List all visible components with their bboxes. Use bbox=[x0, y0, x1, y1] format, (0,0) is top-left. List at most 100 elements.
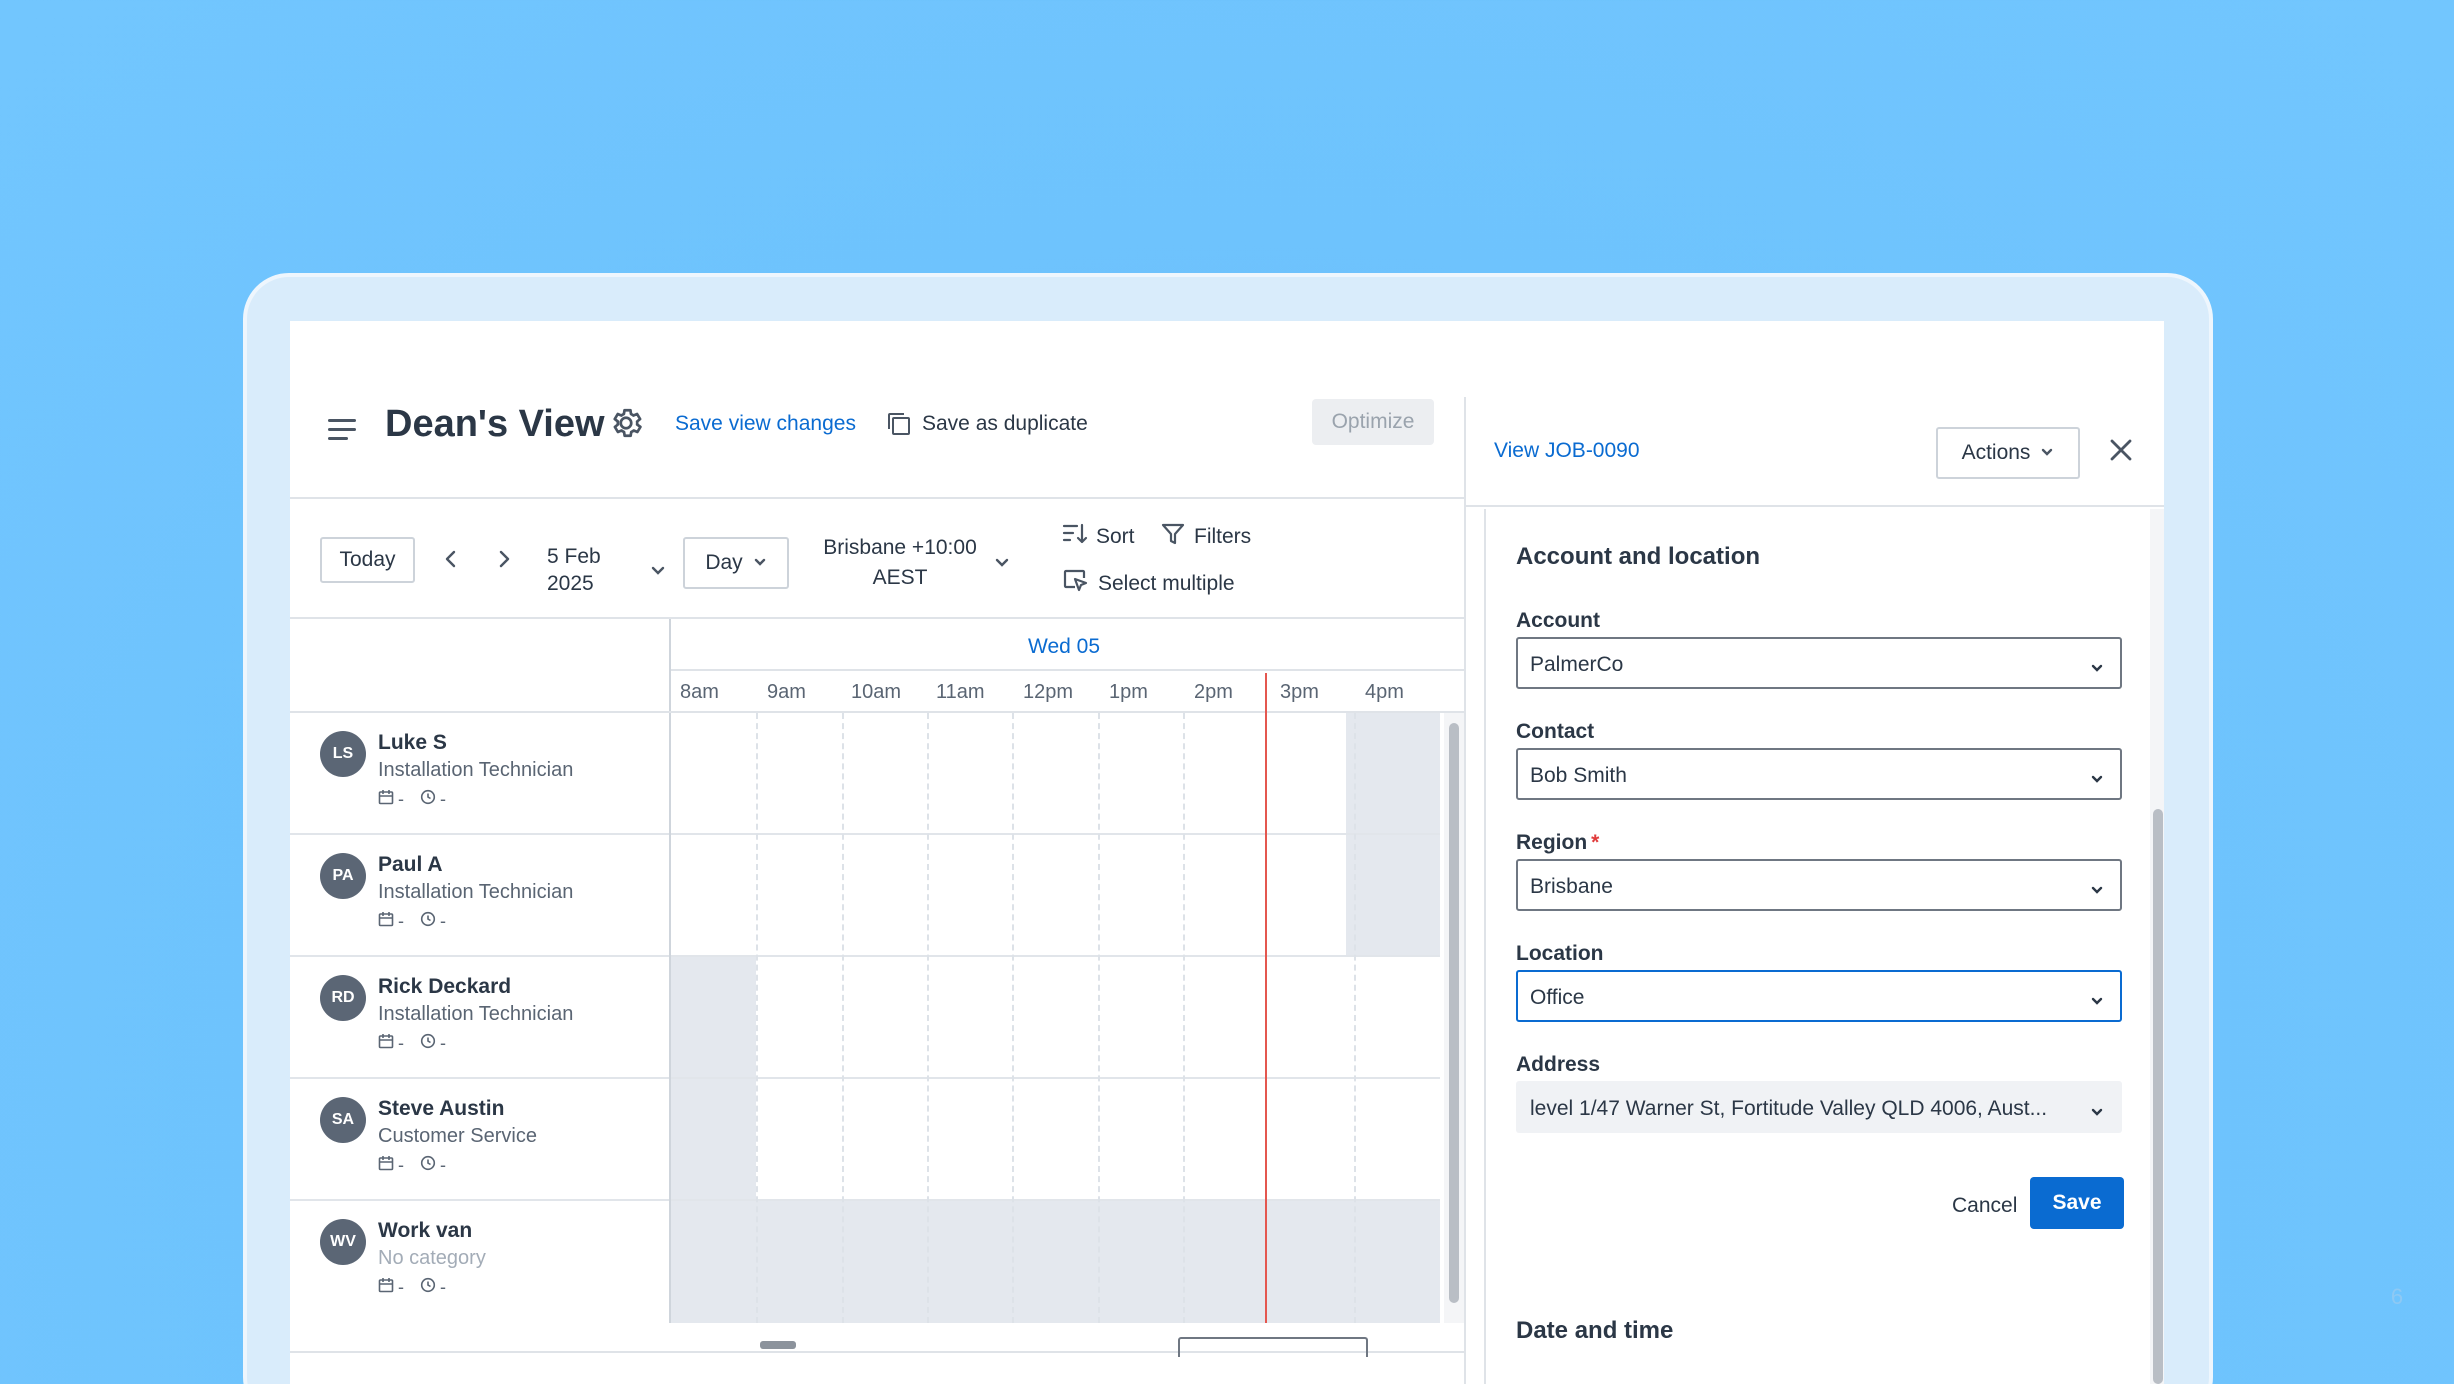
calendar-icon bbox=[378, 789, 394, 810]
region-value: Brisbane bbox=[1530, 875, 1613, 898]
job-details-panel: View JOB-0090 Actions Account and locati… bbox=[1464, 397, 2164, 1384]
timezone-select[interactable]: Brisbane +10:00 AEST bbox=[810, 533, 1010, 593]
save-button[interactable]: Save bbox=[2030, 1177, 2124, 1229]
vertical-scrollbar[interactable] bbox=[1444, 713, 1464, 1323]
chevron-down-icon bbox=[2090, 990, 2104, 1014]
resource-rows: LS Luke S Installation Technician - - PA… bbox=[290, 713, 1440, 1323]
table-row: LS Luke S Installation Technician - - bbox=[290, 713, 1440, 835]
next-day-chevron-right-icon[interactable] bbox=[490, 545, 518, 573]
prev-day-chevron-left-icon[interactable] bbox=[437, 545, 465, 573]
hour-label: 11am bbox=[936, 681, 985, 703]
account-value: PalmerCo bbox=[1530, 653, 1624, 676]
resource-name[interactable]: Steve Austin bbox=[378, 1097, 504, 1121]
panel-scrollbar[interactable] bbox=[2150, 509, 2164, 1384]
timeline-cells[interactable] bbox=[670, 1201, 1440, 1323]
section-title: Date and time bbox=[1516, 1317, 1674, 1344]
jobs-count: - bbox=[398, 789, 404, 809]
today-button[interactable]: Today bbox=[320, 537, 415, 583]
hours-count: - bbox=[440, 911, 446, 931]
sort-label: Sort bbox=[1096, 525, 1135, 548]
view-job-link[interactable]: View JOB-0090 bbox=[1494, 439, 1640, 463]
timeline-cells[interactable] bbox=[670, 1079, 1440, 1199]
timeline-cells[interactable] bbox=[670, 957, 1440, 1077]
resource-role: No category bbox=[378, 1247, 486, 1269]
timeline-cells[interactable] bbox=[670, 835, 1440, 955]
filters-button[interactable]: Filters bbox=[1160, 521, 1251, 553]
hour-gridline bbox=[842, 713, 844, 1323]
location-select[interactable]: Office bbox=[1516, 970, 2122, 1022]
resource-name[interactable]: Work van bbox=[378, 1219, 472, 1243]
unavailable-block bbox=[1346, 835, 1440, 955]
region-select[interactable]: Brisbane bbox=[1516, 859, 2122, 911]
save-view-changes-link[interactable]: Save view changes bbox=[675, 412, 856, 436]
select-multiple-button[interactable]: Select multiple bbox=[1062, 567, 1235, 601]
timezone-line-2: AEST bbox=[872, 566, 928, 589]
clock-icon bbox=[420, 1155, 436, 1176]
address-select[interactable]: level 1/47 Warner St, Fortitude Valley Q… bbox=[1516, 1081, 2122, 1133]
horizontal-scroll-thumb[interactable] bbox=[760, 1341, 796, 1349]
region-label: Region bbox=[1516, 831, 1588, 854]
actions-label: Actions bbox=[1961, 441, 2031, 464]
actions-dropdown[interactable]: Actions bbox=[1936, 427, 2080, 479]
resource-stats: - - bbox=[378, 1033, 446, 1054]
jobs-count: - bbox=[398, 1155, 404, 1175]
hour-gridline bbox=[1012, 713, 1014, 1323]
chevron-down-icon bbox=[2090, 657, 2104, 681]
hour-label: 10am bbox=[851, 681, 902, 703]
resource-name[interactable]: Rick Deckard bbox=[378, 975, 511, 999]
hours-count: - bbox=[440, 789, 446, 809]
location-label: Location bbox=[1516, 942, 1604, 965]
scrollbar-thumb[interactable] bbox=[1449, 723, 1459, 1303]
timezone-line-1: Brisbane +10:00 bbox=[823, 536, 977, 559]
hour-label: 3pm bbox=[1280, 681, 1319, 703]
date-picker[interactable]: 5 Feb 2025 bbox=[535, 537, 675, 597]
gear-icon[interactable] bbox=[608, 405, 644, 441]
hour-gridline bbox=[927, 713, 929, 1323]
contact-value: Bob Smith bbox=[1530, 764, 1627, 787]
table-row: SA Steve Austin Customer Service - - bbox=[290, 1079, 1440, 1201]
avatar[interactable]: SA bbox=[320, 1097, 366, 1143]
date-line-1: 5 Feb bbox=[547, 545, 601, 568]
hours-count: - bbox=[440, 1033, 446, 1053]
resource-name[interactable]: Paul A bbox=[378, 853, 443, 877]
optimize-button[interactable]: Optimize bbox=[1312, 399, 1434, 445]
timeline-cells[interactable] bbox=[670, 713, 1440, 833]
hour-gridline bbox=[756, 713, 758, 1323]
chevron-down-icon bbox=[2090, 1101, 2104, 1125]
view-toolbar: Dean's View Save view changes Save as du… bbox=[290, 395, 1464, 475]
avatar[interactable]: WV bbox=[320, 1219, 366, 1265]
close-icon[interactable] bbox=[2104, 433, 2138, 467]
chevron-down-icon bbox=[753, 551, 767, 575]
date-line-2: 2025 bbox=[547, 572, 594, 595]
chevron-down-icon bbox=[2090, 768, 2104, 792]
menu-icon[interactable] bbox=[326, 415, 358, 445]
hour-label: 4pm bbox=[1365, 681, 1404, 703]
view-mode-select[interactable]: Day bbox=[683, 537, 789, 589]
resource-name[interactable]: Luke S bbox=[378, 731, 447, 755]
sort-button[interactable]: Sort bbox=[1062, 521, 1135, 553]
hours-count: - bbox=[440, 1277, 446, 1297]
hour-gridline bbox=[1354, 713, 1356, 1323]
current-time-indicator bbox=[1265, 673, 1267, 713]
avatar[interactable]: PA bbox=[320, 853, 366, 899]
avatar[interactable]: RD bbox=[320, 975, 366, 1021]
section-title: Account and location bbox=[1516, 543, 1761, 570]
footer-control[interactable] bbox=[1178, 1337, 1368, 1357]
save-as-duplicate-button[interactable]: Save as duplicate bbox=[886, 409, 1088, 439]
hour-label: 9am bbox=[767, 681, 806, 703]
timeline-footer bbox=[290, 1323, 1464, 1384]
divider bbox=[669, 713, 671, 1323]
cancel-button[interactable]: Cancel bbox=[1952, 1194, 2017, 1218]
contact-select[interactable]: Bob Smith bbox=[1516, 748, 2122, 800]
duplicate-icon bbox=[886, 411, 912, 437]
unavailable-block bbox=[670, 957, 756, 1077]
resource-stats: - - bbox=[378, 1155, 446, 1176]
location-value: Office bbox=[1530, 986, 1585, 1009]
unavailable-block bbox=[670, 1079, 756, 1199]
scrollbar-thumb[interactable] bbox=[2153, 809, 2163, 1384]
clock-icon bbox=[420, 789, 436, 810]
resource-info: WV Work van No category - - bbox=[290, 1201, 670, 1321]
avatar[interactable]: LS bbox=[320, 731, 366, 777]
account-select[interactable]: PalmerCo bbox=[1516, 637, 2122, 689]
filter-icon bbox=[1160, 521, 1186, 553]
